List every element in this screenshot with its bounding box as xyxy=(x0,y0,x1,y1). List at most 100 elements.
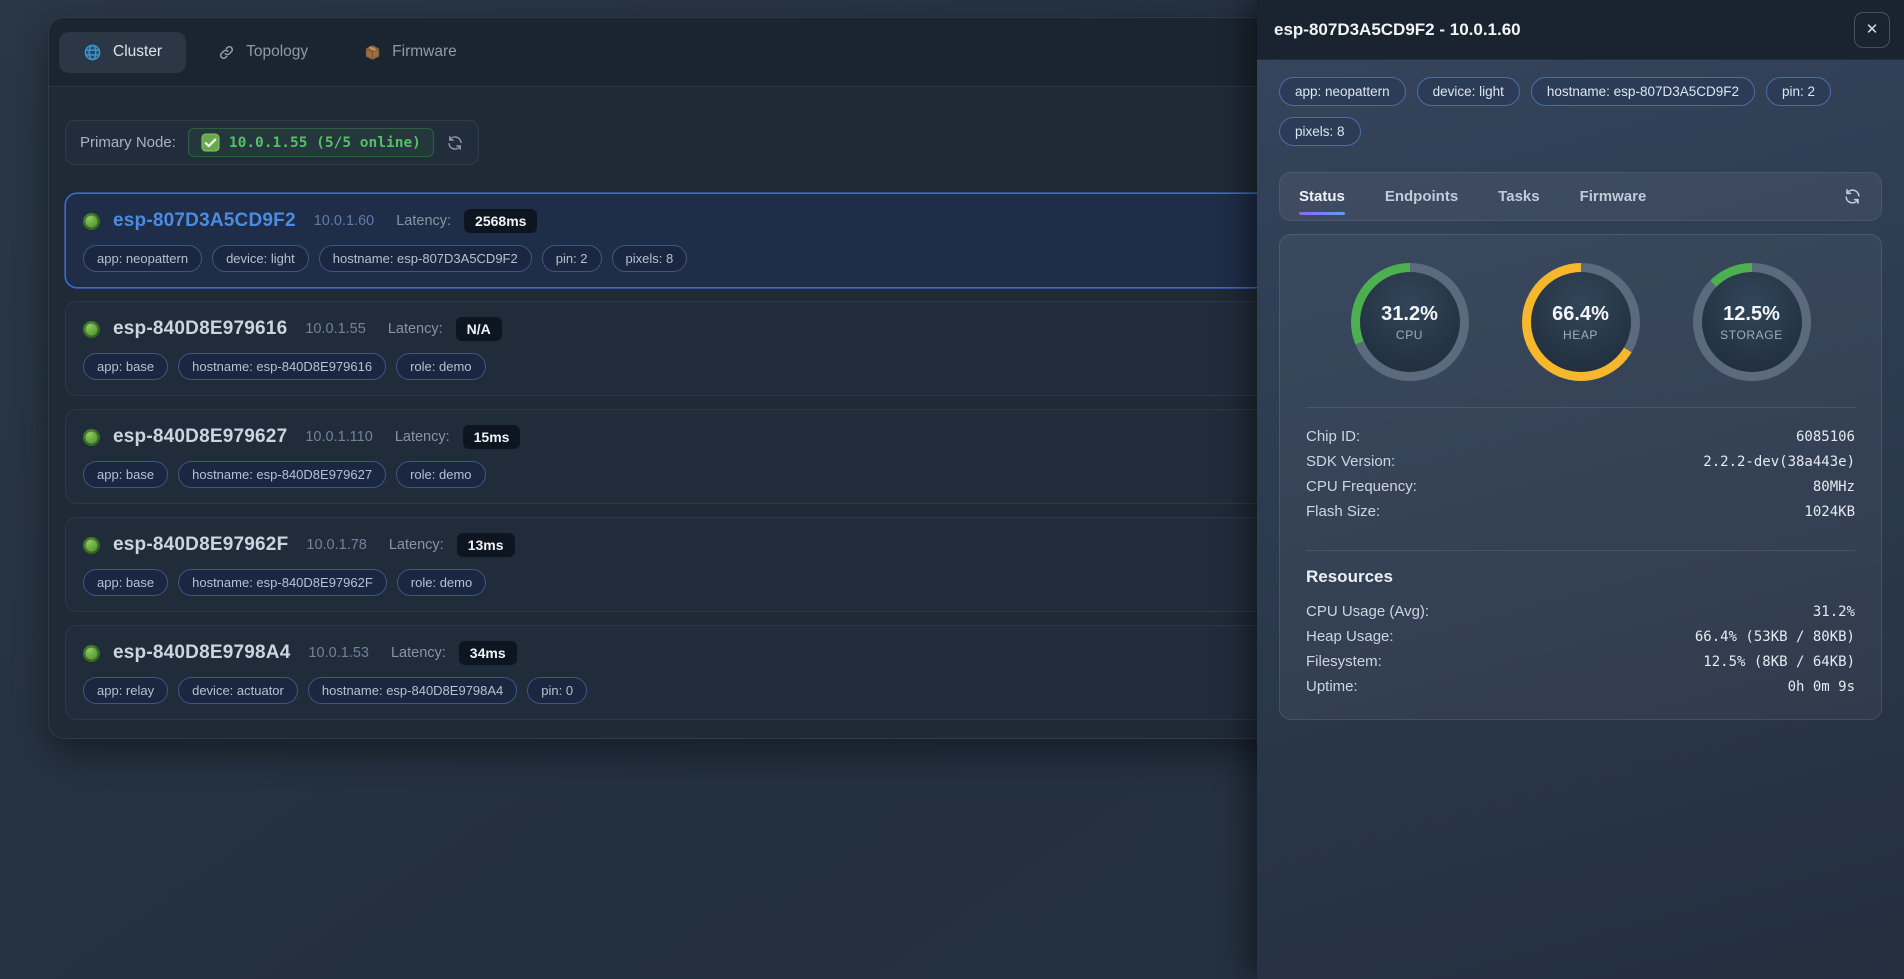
gauge-inner: 12.5% STORAGE xyxy=(1702,272,1802,372)
panel-tag: app: neopattern xyxy=(1279,77,1406,106)
node-tag: pixels: 8 xyxy=(612,245,688,272)
resource-label: Uptime: xyxy=(1306,678,1358,695)
node-tag: device: light xyxy=(212,245,309,272)
node-tag: app: base xyxy=(83,461,168,488)
resource-value: 0h 0m 9s xyxy=(1788,679,1855,695)
info-row: Chip ID: 6085106 xyxy=(1306,424,1855,449)
info-value: 80MHz xyxy=(1813,479,1855,495)
online-status-dot-icon xyxy=(83,645,100,662)
gauge: 31.2% CPU xyxy=(1351,263,1469,381)
node-name: esp-840D8E9798A4 xyxy=(113,642,290,664)
resource-row: Uptime: 0h 0m 9s xyxy=(1306,674,1855,699)
resource-value: 12.5% (8KB / 64KB) xyxy=(1703,654,1855,670)
node-name: esp-807D3A5CD9F2 xyxy=(113,210,296,232)
tab-status[interactable]: Status xyxy=(1299,188,1345,205)
node-name: esp-840D8E979616 xyxy=(113,318,287,340)
node-ip: 10.0.1.78 xyxy=(306,537,366,553)
divider xyxy=(1306,550,1855,551)
resource-label: Heap Usage: xyxy=(1306,628,1394,645)
online-status-dot-icon xyxy=(83,213,100,230)
primary-node-status: 10.0.1.55 (5/5 online) xyxy=(229,135,421,151)
tab-firmware[interactable]: Firmware xyxy=(340,32,481,72)
node-tag: app: base xyxy=(83,353,168,380)
resource-label: CPU Usage (Avg): xyxy=(1306,603,1429,620)
chip-info-rows: Chip ID: 6085106 SDK Version: 2.2.2-dev(… xyxy=(1306,424,1855,524)
tab-endpoints[interactable]: Endpoints xyxy=(1385,188,1458,205)
gauge-value: 31.2% xyxy=(1381,303,1438,326)
info-value: 6085106 xyxy=(1796,429,1855,445)
gauge-label: STORAGE xyxy=(1720,328,1783,342)
node-ip: 10.0.1.53 xyxy=(308,645,368,661)
primary-node-bar: Primary Node: 10.0.1.55 (5/5 online) xyxy=(65,120,479,165)
node-ip: 10.0.1.60 xyxy=(314,213,374,229)
panel-tabbar: Status Endpoints Tasks Firmware xyxy=(1279,172,1882,221)
node-tag: pin: 0 xyxy=(527,677,587,704)
primary-node-badge: 10.0.1.55 (5/5 online) xyxy=(188,128,434,157)
resource-rows: CPU Usage (Avg): 31.2% Heap Usage: 66.4%… xyxy=(1306,599,1855,699)
node-ip: 10.0.1.55 xyxy=(305,321,365,337)
node-detail-panel: esp-807D3A5CD9F2 - 10.0.1.60 ✕ app: neop… xyxy=(1257,0,1904,979)
node-tag: device: actuator xyxy=(178,677,298,704)
node-tag: app: base xyxy=(83,569,168,596)
panel-body: app: neopattern device: light hostname: es… xyxy=(1257,60,1904,720)
tab-panel-firmware[interactable]: Firmware xyxy=(1580,188,1647,205)
tab-topology[interactable]: Topology xyxy=(194,32,332,72)
globe-icon xyxy=(83,43,102,62)
node-tag: hostname: esp-840D8E97962F xyxy=(178,569,387,596)
info-row: Flash Size: 1024KB xyxy=(1306,499,1855,524)
node-tag: hostname: esp-840D8E9798A4 xyxy=(308,677,517,704)
close-button[interactable]: ✕ xyxy=(1854,12,1890,48)
online-status-dot-icon xyxy=(83,321,100,338)
latency-label: Latency: xyxy=(388,321,443,337)
panel-tag: pin: 2 xyxy=(1766,77,1831,106)
tab-cluster-label: Cluster xyxy=(113,43,162,61)
node-ip: 10.0.1.110 xyxy=(305,429,372,445)
node-tag: role: demo xyxy=(396,461,485,488)
node-tag: app: neopattern xyxy=(83,245,202,272)
tab-topology-label: Topology xyxy=(246,43,308,61)
resource-row: CPU Usage (Avg): 31.2% xyxy=(1306,599,1855,624)
node-tag: hostname: esp-840D8E979616 xyxy=(178,353,386,380)
info-label: Flash Size: xyxy=(1306,503,1380,520)
latency-label: Latency: xyxy=(396,213,451,229)
check-icon xyxy=(201,133,220,152)
panel-tags: app: neopattern device: light hostname: es… xyxy=(1279,77,1882,146)
refresh-status-button[interactable] xyxy=(1843,187,1862,206)
tab-firmware-label: Firmware xyxy=(392,43,457,61)
latency-badge: 13ms xyxy=(457,533,515,557)
refresh-cluster-button[interactable] xyxy=(446,134,464,152)
node-name: esp-840D8E97962F xyxy=(113,534,288,556)
latency-label: Latency: xyxy=(389,537,444,553)
latency-badge: 34ms xyxy=(459,641,517,665)
online-status-dot-icon xyxy=(83,429,100,446)
info-value: 1024KB xyxy=(1804,504,1855,520)
link-icon xyxy=(218,44,235,61)
panel-tag: device: light xyxy=(1417,77,1520,106)
tab-tasks[interactable]: Tasks xyxy=(1498,188,1539,205)
latency-label: Latency: xyxy=(395,429,450,445)
resources-heading: Resources xyxy=(1306,567,1855,587)
gauge-label: HEAP xyxy=(1563,328,1598,342)
gauge-value: 66.4% xyxy=(1552,303,1609,326)
node-tag: role: demo xyxy=(396,353,485,380)
tab-cluster[interactable]: Cluster xyxy=(59,32,186,73)
gauge-value: 12.5% xyxy=(1723,303,1780,326)
status-card: 31.2% CPU 66.4% HEAP 12.5% STO xyxy=(1279,234,1882,720)
resource-value: 31.2% xyxy=(1813,604,1855,620)
online-status-dot-icon xyxy=(83,537,100,554)
node-name: esp-840D8E979627 xyxy=(113,426,287,448)
latency-label: Latency: xyxy=(391,645,446,661)
node-tag: hostname: esp-807D3A5CD9F2 xyxy=(319,245,532,272)
panel-header: esp-807D3A5CD9F2 - 10.0.1.60 ✕ xyxy=(1257,0,1904,60)
panel-tag: hostname: esp-807D3A5CD9F2 xyxy=(1531,77,1755,106)
divider xyxy=(1306,407,1855,408)
node-tag: app: relay xyxy=(83,677,168,704)
node-tag: hostname: esp-840D8E979627 xyxy=(178,461,386,488)
resource-value: 66.4% (53KB / 80KB) xyxy=(1695,629,1855,645)
resource-label: Filesystem: xyxy=(1306,653,1382,670)
info-row: CPU Frequency: 80MHz xyxy=(1306,474,1855,499)
info-value: 2.2.2-dev(38a443e) xyxy=(1703,454,1855,470)
latency-badge: 15ms xyxy=(463,425,521,449)
panel-tag: pixels: 8 xyxy=(1279,117,1361,146)
gauge-label: CPU xyxy=(1396,328,1423,342)
